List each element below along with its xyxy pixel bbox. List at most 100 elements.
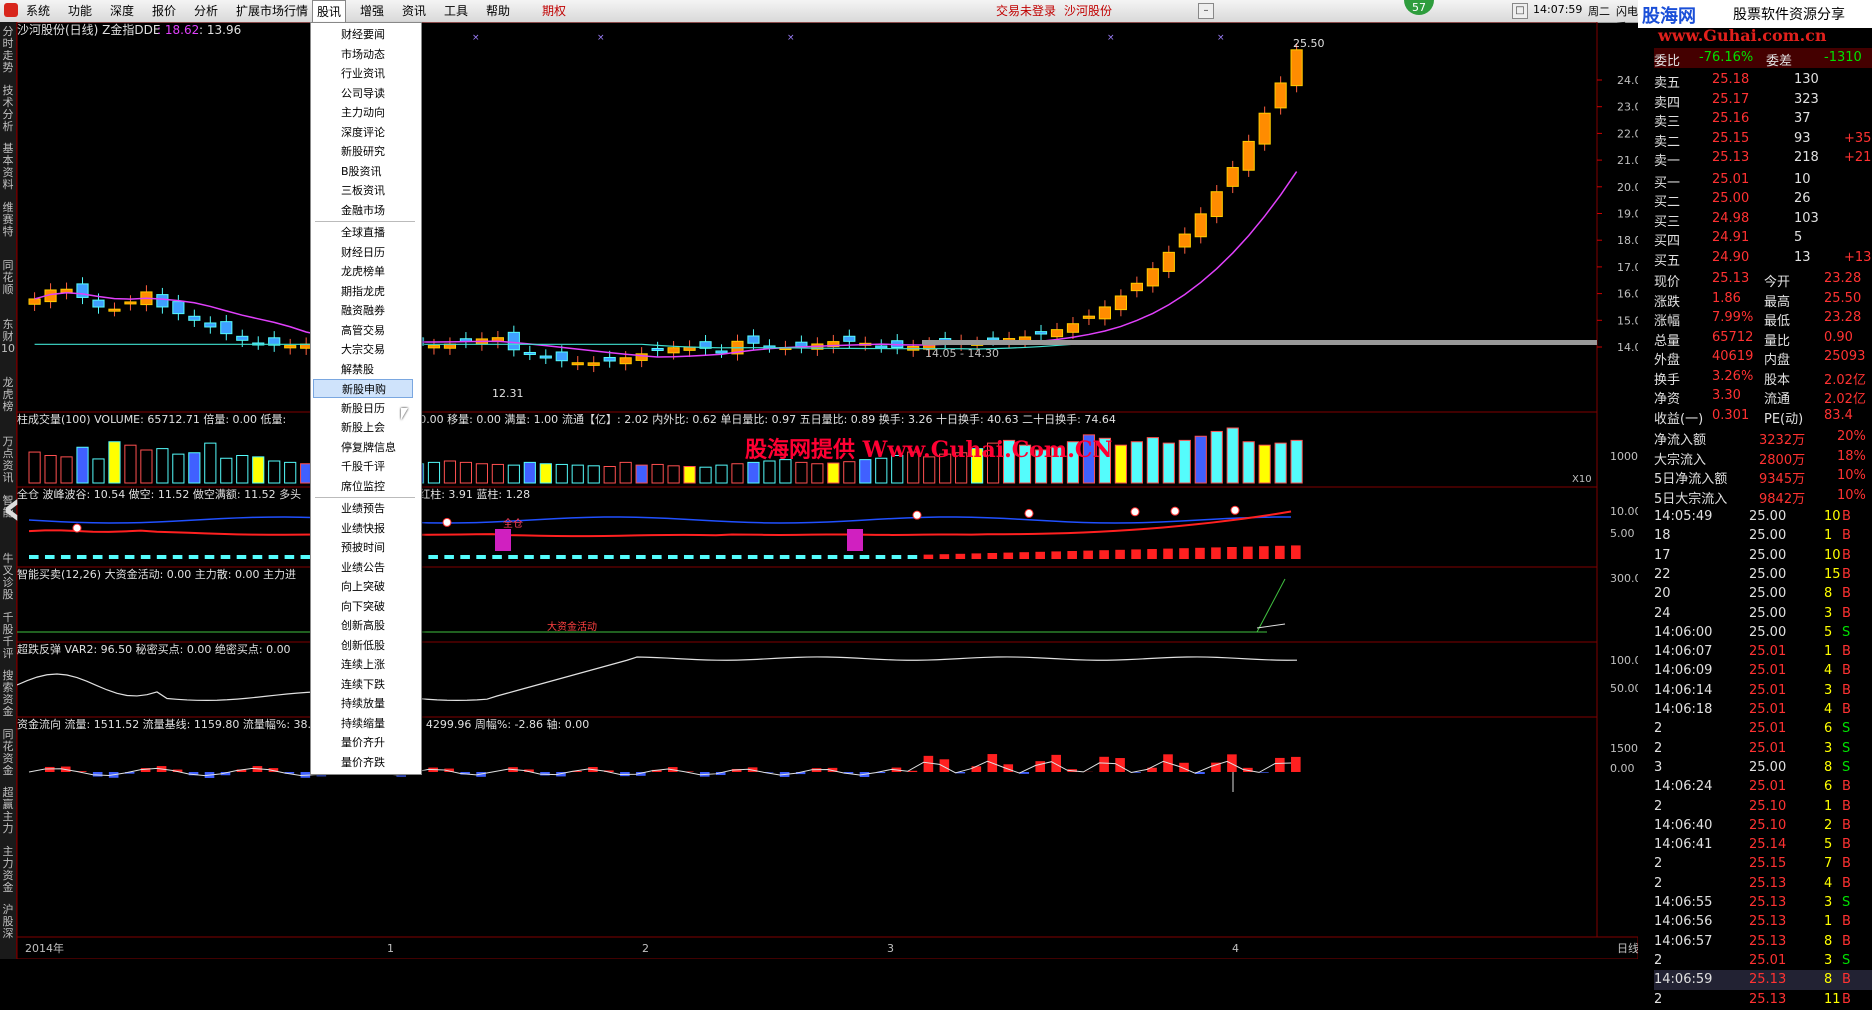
volume-bar <box>716 465 727 483</box>
dropdown-item[interactable]: 停复牌信息 <box>313 438 413 457</box>
prev-arrow-icon[interactable]: ‹ <box>2 480 22 536</box>
notification-badge[interactable]: 57 <box>1404 0 1434 15</box>
window-restore-icon[interactable]: □ <box>1512 3 1528 19</box>
dropdown-item[interactable]: 向下突破 <box>313 597 413 616</box>
dropdown-item[interactable]: 持续缩量 <box>313 714 413 733</box>
dropdown-item[interactable]: 业绩快报 <box>313 519 413 538</box>
dropdown-item[interactable]: 高管交易 <box>313 321 413 340</box>
dropdown-item[interactable]: 向上突破 <box>313 577 413 596</box>
flow-bar <box>1227 754 1237 772</box>
trend-header: 全仓 波峰波谷: 10.54 做空: 11.52 做空满额: 11.52 多头 <box>17 487 301 501</box>
menu-options[interactable]: 期权 <box>538 0 570 22</box>
left-tab[interactable]: 同花资金 <box>0 729 16 782</box>
menu-depth[interactable]: 深度 <box>106 0 138 22</box>
dropdown-item[interactable]: 龙虎榜单 <box>313 262 413 281</box>
dropdown-item[interactable]: 新股上会 <box>313 418 413 437</box>
dropdown-item[interactable]: 连续上涨 <box>313 655 413 674</box>
left-tab[interactable]: 龙虎榜 <box>0 377 16 430</box>
volume-bar <box>684 467 695 484</box>
volume-bar <box>460 462 471 483</box>
rebound-tick-label: 50.00 <box>1610 682 1638 695</box>
left-tab[interactable]: 技术分析 <box>0 85 16 138</box>
dropdown-item[interactable]: 全球直播 <box>313 223 413 242</box>
quote-cell: 2 <box>1654 856 1662 871</box>
dropdown-item[interactable]: B股资讯 <box>313 162 413 181</box>
quote-row: 1725.0010B <box>1654 546 1872 566</box>
dropdown-item[interactable]: 行业资讯 <box>313 64 413 83</box>
price-tick-label: 15.00 <box>1617 314 1638 327</box>
menu-analysis[interactable]: 分析 <box>190 0 222 22</box>
dropdown-item[interactable]: 新股研究 <box>313 142 413 161</box>
dropdown-item[interactable]: 创新低股 <box>313 636 413 655</box>
dropdown-item[interactable]: 解禁股 <box>313 360 413 379</box>
trend-bar <box>93 555 103 559</box>
menu-help[interactable]: 帮助 <box>482 0 514 22</box>
left-tab[interactable]: 同花顺 <box>0 260 16 313</box>
candle-body <box>876 346 887 348</box>
dropdown-item[interactable]: 业绩公告 <box>313 558 413 577</box>
quote-cell: 11 <box>1824 992 1841 1007</box>
quote-cell: 14:06:55 <box>1654 895 1712 910</box>
menu-enhance[interactable]: 增强 <box>356 0 388 22</box>
dropdown-item[interactable]: 席位监控 <box>313 477 413 496</box>
dropdown-item[interactable]: 大宗交易 <box>313 340 413 359</box>
quote-cell: 25093 <box>1824 349 1865 364</box>
left-tab[interactable]: 基本资料 <box>0 143 16 196</box>
quote-row: 涨跌1.86最高25.50 <box>1654 289 1872 309</box>
left-tab[interactable]: 超赢主力 <box>0 787 16 840</box>
dropdown-item[interactable]: 三板资讯 <box>313 181 413 200</box>
left-tab[interactable]: 分时走势 <box>0 26 16 79</box>
dropdown-item[interactable]: 千股千评 <box>313 457 413 476</box>
dropdown-item[interactable]: 连续下跌 <box>313 675 413 694</box>
dropdown-item[interactable]: 创新高股 <box>313 616 413 635</box>
menu-stock-news[interactable]: 股讯 <box>312 0 346 22</box>
menu-extended-market[interactable]: 扩展市场行情 <box>232 0 312 22</box>
dropdown-item[interactable]: 预披时间 <box>313 538 413 557</box>
trend-bar <box>1227 547 1237 559</box>
trend-bar <box>764 555 774 559</box>
menu-info[interactable]: 资讯 <box>398 0 430 22</box>
app-logo-icon[interactable] <box>4 3 18 17</box>
stock-name-link[interactable]: 沙河股份 <box>1060 0 1116 22</box>
dropdown-item[interactable]: 新股申购 <box>313 379 413 398</box>
left-tab[interactable]: 东财10 <box>0 319 16 372</box>
dropdown-item[interactable]: 业绩预告 <box>313 499 413 518</box>
dropdown-item[interactable]: 深度评论 <box>313 123 413 142</box>
menu-system[interactable]: 系统 <box>22 0 54 22</box>
dropdown-item[interactable]: 公司导读 <box>313 84 413 103</box>
left-tab[interactable]: 主力资金 <box>0 846 16 899</box>
left-tab[interactable]: 千股千评 <box>0 612 16 665</box>
dropdown-item[interactable]: 财经要闻 <box>313 25 413 44</box>
quote-row: 净资3.30流通2.02亿 <box>1654 386 1872 406</box>
left-tab[interactable]: 维赛特 <box>0 202 16 255</box>
menu-quote[interactable]: 报价 <box>148 0 180 22</box>
dropdown-item[interactable]: 主力动向 <box>313 103 413 122</box>
quote-row: 5日大宗流入9842万10% <box>1654 486 1872 506</box>
menu-tools[interactable]: 工具 <box>440 0 472 22</box>
minimize-icon[interactable]: – <box>1198 3 1214 19</box>
quote-cell: 14:06:18 <box>1654 702 1712 717</box>
chart-area[interactable]: 2014年1234日线沙河股份(日线) Z金指DDE: 18.62: 13.96… <box>17 22 1638 959</box>
left-tab[interactable]: 牛叉诊股 <box>0 553 16 606</box>
dropdown-item[interactable]: 新股日历 <box>313 399 413 418</box>
quote-cell: 换手 <box>1654 369 1680 388</box>
dropdown-item[interactable]: 融资融券 <box>313 301 413 320</box>
quote-row: 14:06:1825.014B <box>1654 700 1872 720</box>
candle-body <box>844 336 855 341</box>
left-tab[interactable]: 沪股深 <box>0 904 16 957</box>
dropdown-item[interactable]: 市场动态 <box>313 45 413 64</box>
trend-bar <box>956 554 966 559</box>
trade-status[interactable]: 交易未登录 <box>992 0 1060 22</box>
menu-function[interactable]: 功能 <box>64 0 96 22</box>
trend-bar <box>812 555 822 559</box>
volume-bar <box>45 456 56 484</box>
quote-cell: 5日净流入额 <box>1654 468 1727 487</box>
dropdown-item[interactable]: 金融市场 <box>313 201 413 220</box>
dropdown-item[interactable]: 持续放量 <box>313 694 413 713</box>
dropdown-item[interactable]: 财经日历 <box>313 243 413 262</box>
dropdown-item[interactable]: 量价齐跌 <box>313 753 413 772</box>
dropdown-item[interactable]: 量价齐升 <box>313 733 413 752</box>
quote-row: 2425.003B <box>1654 604 1872 624</box>
dropdown-item[interactable]: 期指龙虎 <box>313 282 413 301</box>
left-tab[interactable]: 搜索资金 <box>0 670 16 723</box>
